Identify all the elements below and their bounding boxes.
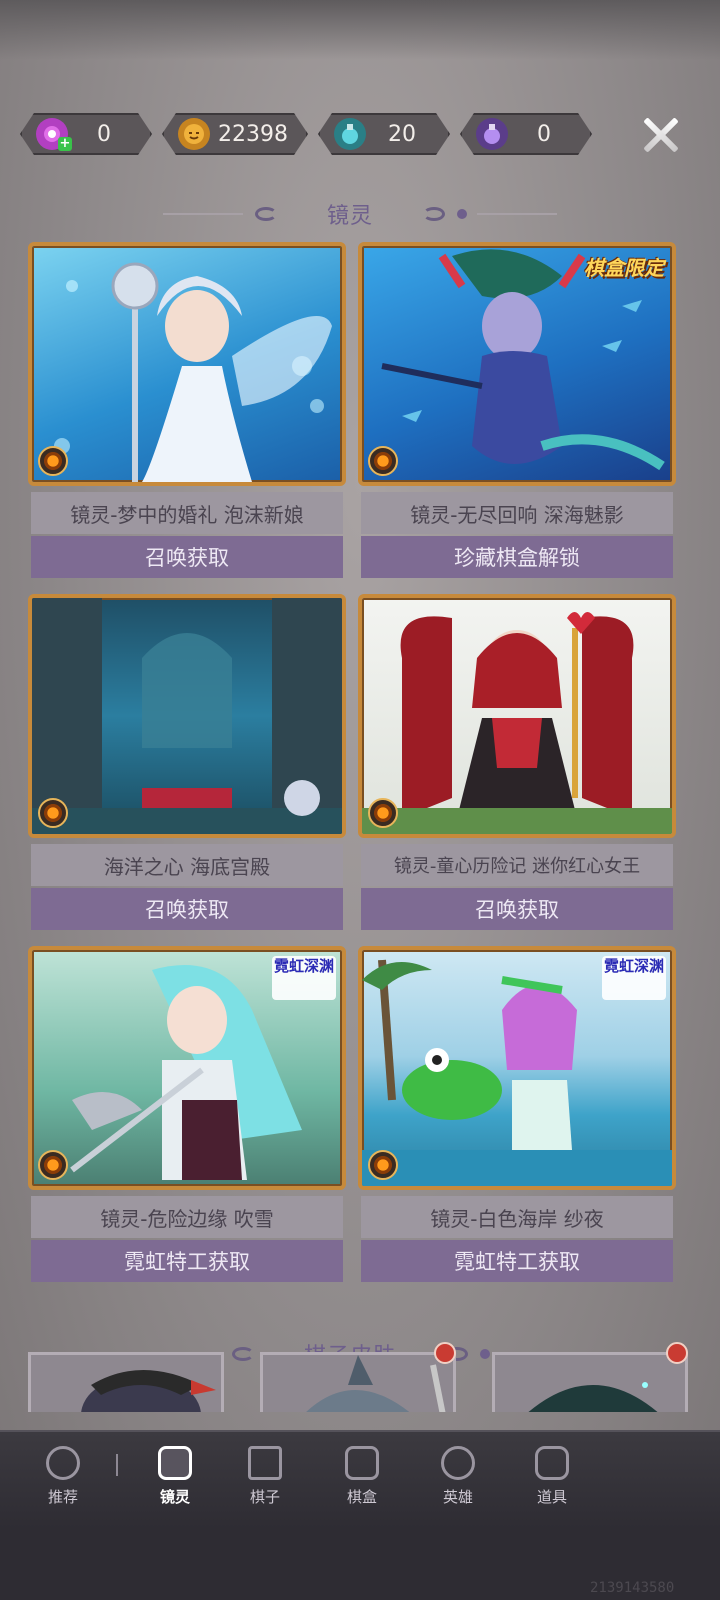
skin-acquire-button[interactable]: 召唤获取 <box>361 888 673 930</box>
skin-name: 镜灵-梦中的婚礼 泡沫新娘 <box>31 492 343 534</box>
swirl-ornament-icon <box>423 207 445 221</box>
skin-artwork: 棋盒限定 <box>358 242 676 486</box>
section-title: 镜灵 <box>326 204 373 229</box>
tab-label: 道具 <box>536 1488 567 1506</box>
skin-card[interactable]: 霓虹深渊 镜灵-白色海岸 纱夜 霓虹特工获取 <box>358 946 676 1286</box>
dot-ornament-icon <box>480 1349 490 1359</box>
rarity-badge-icon <box>38 446 68 476</box>
chess-piece-icon <box>248 1446 282 1480</box>
skin-card[interactable]: 海洋之心 海底宫殿 召唤获取 <box>28 594 346 934</box>
tab-items[interactable]: 道具 <box>517 1446 587 1507</box>
candy-amount: 0 <box>97 121 111 147</box>
dot-ornament-icon <box>457 209 467 219</box>
mystic-piece-figure <box>528 1382 658 1412</box>
skin-card[interactable]: 棋盒限定 镜灵-无尽回响 深海魅影 珍藏棋盒解锁 <box>358 242 676 582</box>
skin-card[interactable]: 镜灵-梦中的婚礼 泡沫新娘 召唤获取 <box>28 242 346 582</box>
tab-label: 推荐 <box>47 1488 78 1506</box>
item-icon <box>535 1446 569 1480</box>
skin-name: 镜灵-童心历险记 迷你红心女王 <box>361 844 673 886</box>
pirate-piece-figure <box>81 1370 216 1412</box>
skin-acquire-button[interactable]: 霓虹特工获取 <box>361 1240 673 1282</box>
swirl-ornament-icon <box>254 207 277 221</box>
tab-recommend[interactable]: 推荐 <box>28 1446 98 1507</box>
tab-label: 棋子 <box>249 1488 280 1506</box>
pumpkin-coin-icon <box>178 118 210 150</box>
skin-acquire-button[interactable]: 霓虹特工获取 <box>31 1240 343 1282</box>
hero-icon <box>441 1446 475 1480</box>
blue-potion-icon <box>334 118 366 150</box>
purple-potion-amount: 0 <box>537 121 551 147</box>
chess-skin-card[interactable] <box>28 1352 224 1412</box>
undersea-palace-scene <box>32 598 342 834</box>
divider <box>477 213 557 215</box>
rarity-badge-icon <box>38 798 68 828</box>
blue-potion-amount: 20 <box>388 121 416 147</box>
bottom-nav: 推荐 镜灵 棋子 棋盒 英雄 道具 <box>0 1430 720 1530</box>
neon-abyss-tag: 霓虹深渊 <box>602 956 666 1000</box>
tab-label: 棋盒 <box>346 1488 377 1506</box>
skin-acquire-button[interactable]: 珍藏棋盒解锁 <box>361 536 673 578</box>
divider <box>162 213 243 215</box>
new-badge-icon <box>434 1342 456 1364</box>
mini-red-queen-figure <box>362 612 672 834</box>
tab-label: 镜灵 <box>159 1488 190 1506</box>
blue-potion-currency: 20 <box>318 113 450 155</box>
rarity-badge-icon <box>368 1150 398 1180</box>
limited-edition-tag: 棋盒限定 <box>584 256 664 280</box>
section-header-mirror-spirit: 镜灵 <box>0 196 720 232</box>
watermark: 2139143580 <box>590 1580 675 1596</box>
skin-artwork <box>358 594 676 838</box>
tab-mirror-spirit[interactable]: 镜灵 <box>140 1446 210 1507</box>
rarity-badge-icon <box>368 446 398 476</box>
chess-box-icon <box>345 1446 379 1480</box>
skin-artwork: 霓虹深渊 <box>358 946 676 1190</box>
nav-separator <box>116 1454 118 1476</box>
skin-card[interactable]: 霓虹深渊 镜灵-危险边缘 吹雪 霓虹特工获取 <box>28 946 346 1286</box>
recommend-icon <box>46 1446 80 1480</box>
skin-name: 镜灵-危险边缘 吹雪 <box>31 1196 343 1238</box>
skin-card[interactable]: 镜灵-童心历险记 迷你红心女王 召唤获取 <box>358 594 676 934</box>
currency-bar: + 0 22398 20 0 <box>20 113 600 155</box>
candy-currency[interactable]: + 0 <box>20 113 152 155</box>
shark-piece-figure <box>306 1355 446 1412</box>
skin-acquire-button[interactable]: 召唤获取 <box>31 536 343 578</box>
tab-hero[interactable]: 英雄 <box>423 1446 493 1507</box>
neon-abyss-tag: 霓虹深渊 <box>272 956 336 1000</box>
swirl-ornament-icon <box>231 1347 254 1361</box>
new-badge-icon <box>666 1342 688 1364</box>
skin-name: 镜灵-白色海岸 纱夜 <box>361 1196 673 1238</box>
skin-artwork <box>28 242 346 486</box>
chess-skin-card[interactable] <box>260 1352 456 1412</box>
skin-name: 镜灵-无尽回响 深海魅影 <box>361 492 673 534</box>
coin-amount: 22398 <box>218 121 288 147</box>
tab-chess-box[interactable]: 棋盒 <box>327 1446 397 1507</box>
skin-artwork: 霓虹深渊 <box>28 946 346 1190</box>
bubble-bride-figure <box>54 262 332 482</box>
purple-potion-currency: 0 <box>460 113 592 155</box>
tab-chess-piece[interactable]: 棋子 <box>230 1446 300 1507</box>
deep-sea-phantom-figure <box>381 249 665 471</box>
skin-artwork <box>28 594 346 838</box>
close-button[interactable] <box>640 115 680 155</box>
rarity-badge-icon <box>368 798 398 828</box>
chess-skin-card[interactable] <box>492 1352 688 1412</box>
add-icon[interactable]: + <box>58 137 72 151</box>
skin-acquire-button[interactable]: 召唤获取 <box>31 888 343 930</box>
mirror-spirit-icon <box>158 1446 192 1480</box>
rarity-badge-icon <box>38 1150 68 1180</box>
top-shade <box>0 0 720 60</box>
tab-label: 英雄 <box>442 1488 473 1506</box>
skin-name: 海洋之心 海底宫殿 <box>31 844 343 886</box>
purple-potion-icon <box>476 118 508 150</box>
coin-currency: 22398 <box>162 113 308 155</box>
